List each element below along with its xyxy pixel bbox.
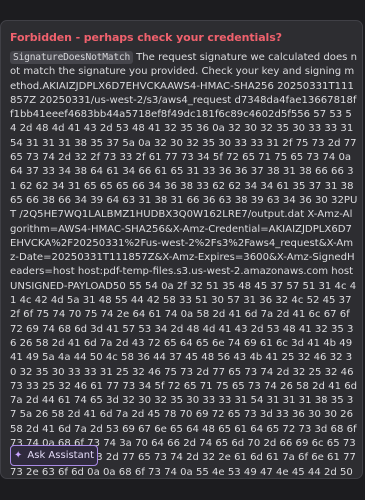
ask-assistant-label: Ask Assistant [27,450,94,461]
error-message-text: The request signature we calculated does… [10,52,358,478]
error-code-badge: SignatureDoesNotMatch [10,51,134,64]
error-message: SignatureDoesNotMatch The request signatu… [10,51,358,478]
ask-assistant-button[interactable]: ✦ Ask Assistant [10,445,98,466]
error-title: Forbidden - perhaps check your credentia… [10,31,282,44]
error-panel: Forbidden - perhaps check your credentia… [0,20,363,479]
sparkle-icon: ✦ [14,449,23,461]
